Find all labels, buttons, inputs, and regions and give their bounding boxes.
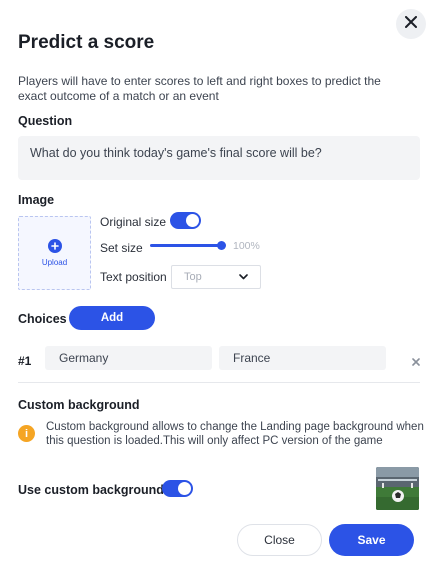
- use-custom-background-toggle[interactable]: [162, 480, 193, 497]
- text-position-select[interactable]: Top: [171, 265, 261, 289]
- close-button[interactable]: Close: [237, 524, 322, 556]
- save-button[interactable]: Save: [329, 524, 414, 556]
- custom-background-heading: Custom background: [18, 398, 140, 412]
- text-position-value: Top: [184, 271, 202, 283]
- dialog-title: Predict a score: [18, 32, 155, 53]
- remove-choice-button[interactable]: [412, 353, 420, 371]
- toggle-knob: [178, 482, 191, 495]
- text-position-label: Text position: [100, 270, 167, 284]
- chevron-down-icon: [239, 271, 248, 283]
- upload-button[interactable]: Upload: [18, 216, 91, 290]
- question-label: Question: [18, 114, 73, 128]
- choice-number: #1: [18, 354, 32, 368]
- toggle-knob: [186, 214, 199, 227]
- question-input[interactable]: What do you think today's game's final s…: [18, 136, 420, 180]
- dialog-description: Players will have to enter scores to lef…: [18, 74, 381, 103]
- plus-icon: [47, 239, 62, 253]
- close-dialog-button[interactable]: [396, 9, 426, 39]
- background-thumbnail[interactable]: [376, 467, 419, 510]
- info-icon: i: [18, 425, 35, 442]
- original-size-label: Original size: [100, 215, 167, 229]
- set-size-label: Set size: [100, 241, 143, 255]
- choices-label: Choices: [18, 312, 67, 326]
- custom-background-info: Custom background allows to change the L…: [46, 421, 424, 447]
- divider: [18, 382, 420, 383]
- close-icon: [412, 353, 420, 370]
- close-icon: [405, 15, 417, 33]
- choice-left-input[interactable]: Germany: [45, 346, 212, 370]
- add-choice-button[interactable]: Add: [69, 306, 155, 330]
- use-custom-background-label: Use custom background: [18, 483, 164, 497]
- set-size-slider-thumb[interactable]: [217, 241, 226, 250]
- set-size-slider[interactable]: [150, 244, 222, 247]
- image-label: Image: [18, 193, 55, 207]
- upload-label: Upload: [41, 258, 68, 267]
- choice-right-input[interactable]: France: [219, 346, 386, 370]
- original-size-toggle[interactable]: [170, 212, 201, 229]
- stadium-image-icon: [376, 467, 419, 510]
- set-size-value: 100%: [233, 240, 260, 252]
